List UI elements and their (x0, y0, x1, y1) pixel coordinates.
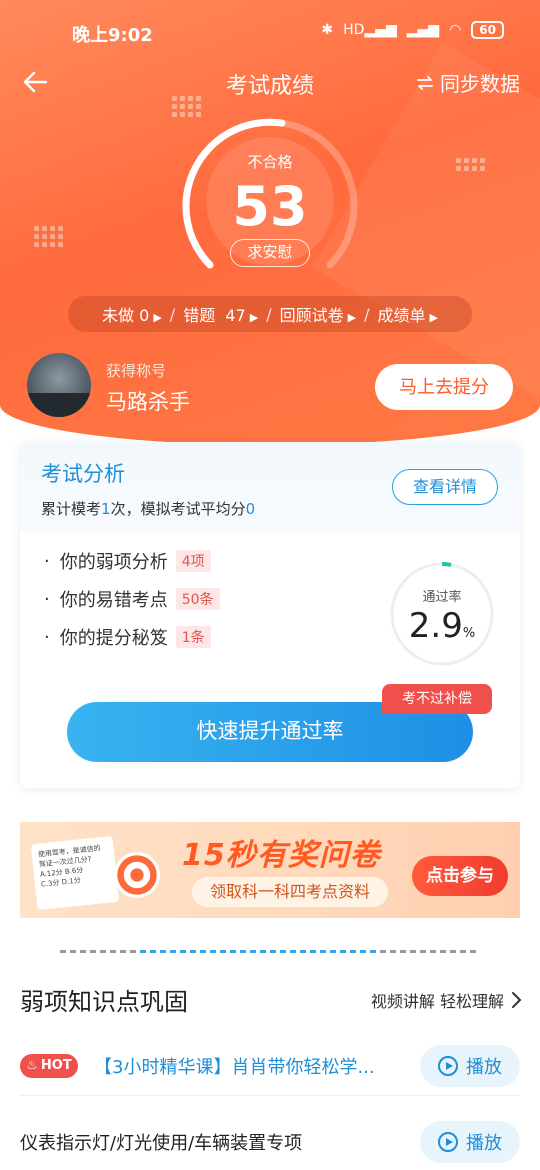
survey-banner[interactable]: 使用驾考，是诚信的 驾证一次过几分? A.12分 B.6分 C.3分 D.1分 … (20, 822, 520, 918)
play-button[interactable]: 播放 (420, 1121, 520, 1163)
play-icon (438, 1132, 458, 1152)
status-bar: 晚上9:02 ✱ HD▂▄▆ ▂▄▆ ◠ 60 (0, 18, 540, 48)
battery-icon: 60 (471, 21, 504, 39)
sync-label: 同步数据 (440, 72, 520, 96)
compensation-badge: 考不过补偿 (382, 684, 492, 714)
bluetooth-icon: ✱ (321, 22, 334, 38)
nav-bar: 考试成绩 同步数据 (0, 62, 540, 102)
title-name: 马路杀手 (106, 390, 190, 414)
section-title: 弱项知识点巩固 (20, 988, 188, 1016)
score-value: 53 (232, 175, 308, 238)
course-title: 【3小时精华课】肖肖带你轻松学... (94, 1056, 375, 1078)
play-icon (438, 1055, 458, 1076)
list-item[interactable]: · 你的提分秘笈 1条 (44, 618, 220, 656)
comfort-button[interactable]: 求安慰 (230, 239, 310, 267)
chevron-right-icon (512, 992, 522, 1008)
target-icon (114, 852, 160, 898)
list-item[interactable]: · 你的弱项分析 4项 (44, 542, 220, 580)
stat-report[interactable]: 成绩单 ▶ (377, 302, 437, 326)
score-result: 不合格 (247, 153, 293, 171)
carousel-indicator (60, 950, 480, 953)
status-time: 晚上9:02 (72, 25, 153, 46)
list-item[interactable]: 仪表指示灯/灯光使用/车辆装置专项 播放 (20, 1112, 520, 1170)
play-button[interactable]: 播放 (420, 1044, 520, 1087)
analysis-list: · 你的弱项分析 4项 · 你的易错考点 50条 · 你的提分秘笈 1条 (44, 542, 220, 656)
flame-icon: ♨ (26, 1058, 38, 1073)
signal-icon: ▂▄▆ (406, 22, 440, 38)
banner-title: 15秒有奖问卷 (182, 838, 381, 873)
wifi-icon: ◠ (449, 22, 462, 38)
swap-icon (417, 75, 433, 90)
pass-rate-value: 2.9% (408, 606, 476, 646)
section-more-link[interactable]: 视频讲解 轻松理解 (371, 988, 522, 1012)
analysis-title: 考试分析 (41, 462, 125, 486)
banner-subtitle: 领取科一科四考点资料 (192, 877, 389, 907)
stats-bar: 未做 0 ▶ / 错题 47 ▶ / 回顾试卷 ▶ / 成绩单 ▶ (68, 296, 472, 332)
stat-wrong[interactable]: 错题 47 ▶ (183, 302, 258, 326)
analysis-card: 考试分析 累计模考1次，模拟考试平均分0 查看详情 · 你的弱项分析 4项 · 你的易… (20, 442, 520, 788)
pass-rate-label: 通过率 (422, 590, 462, 605)
list-item[interactable]: ♨ HOT 【3小时精华课】肖肖带你轻松学... 播放 (20, 1036, 520, 1096)
hot-badge: ♨ HOT (20, 1053, 78, 1078)
list-item[interactable]: · 你的易错考点 50条 (44, 580, 220, 618)
title-label: 获得称号 (106, 362, 167, 380)
decor-dots (456, 158, 485, 171)
score-gauge: 不合格 53 求安慰 (180, 115, 360, 275)
join-survey-button[interactable]: 点击参与 (412, 856, 508, 896)
boost-score-button[interactable]: 马上去提分 (375, 364, 513, 410)
signal-icon: HD▂▄▆ (343, 22, 397, 38)
sync-data-button[interactable]: 同步数据 (416, 68, 520, 97)
course-title: 仪表指示灯/灯光使用/车辆装置专项 (20, 1133, 303, 1154)
view-details-button[interactable]: 查看详情 (392, 469, 498, 505)
avatar[interactable] (27, 353, 91, 417)
status-icons: ✱ HD▂▄▆ ▂▄▆ ◠ 60 (321, 21, 504, 39)
stat-undone[interactable]: 未做 0 ▶ (102, 302, 162, 326)
survey-paper-icon: 使用驾考，是诚信的 驾证一次过几分? A.12分 B.6分 C.3分 D.1分 (30, 835, 120, 911)
pass-rate-gauge: 通过率 2.9% (388, 560, 496, 668)
decor-dots (34, 226, 63, 247)
stat-review[interactable]: 回顾试卷 ▶ (280, 302, 356, 326)
analysis-header: 考试分析 累计模考1次，模拟考试平均分0 查看详情 (20, 442, 520, 532)
analysis-summary: 累计模考1次，模拟考试平均分0 (41, 500, 256, 518)
